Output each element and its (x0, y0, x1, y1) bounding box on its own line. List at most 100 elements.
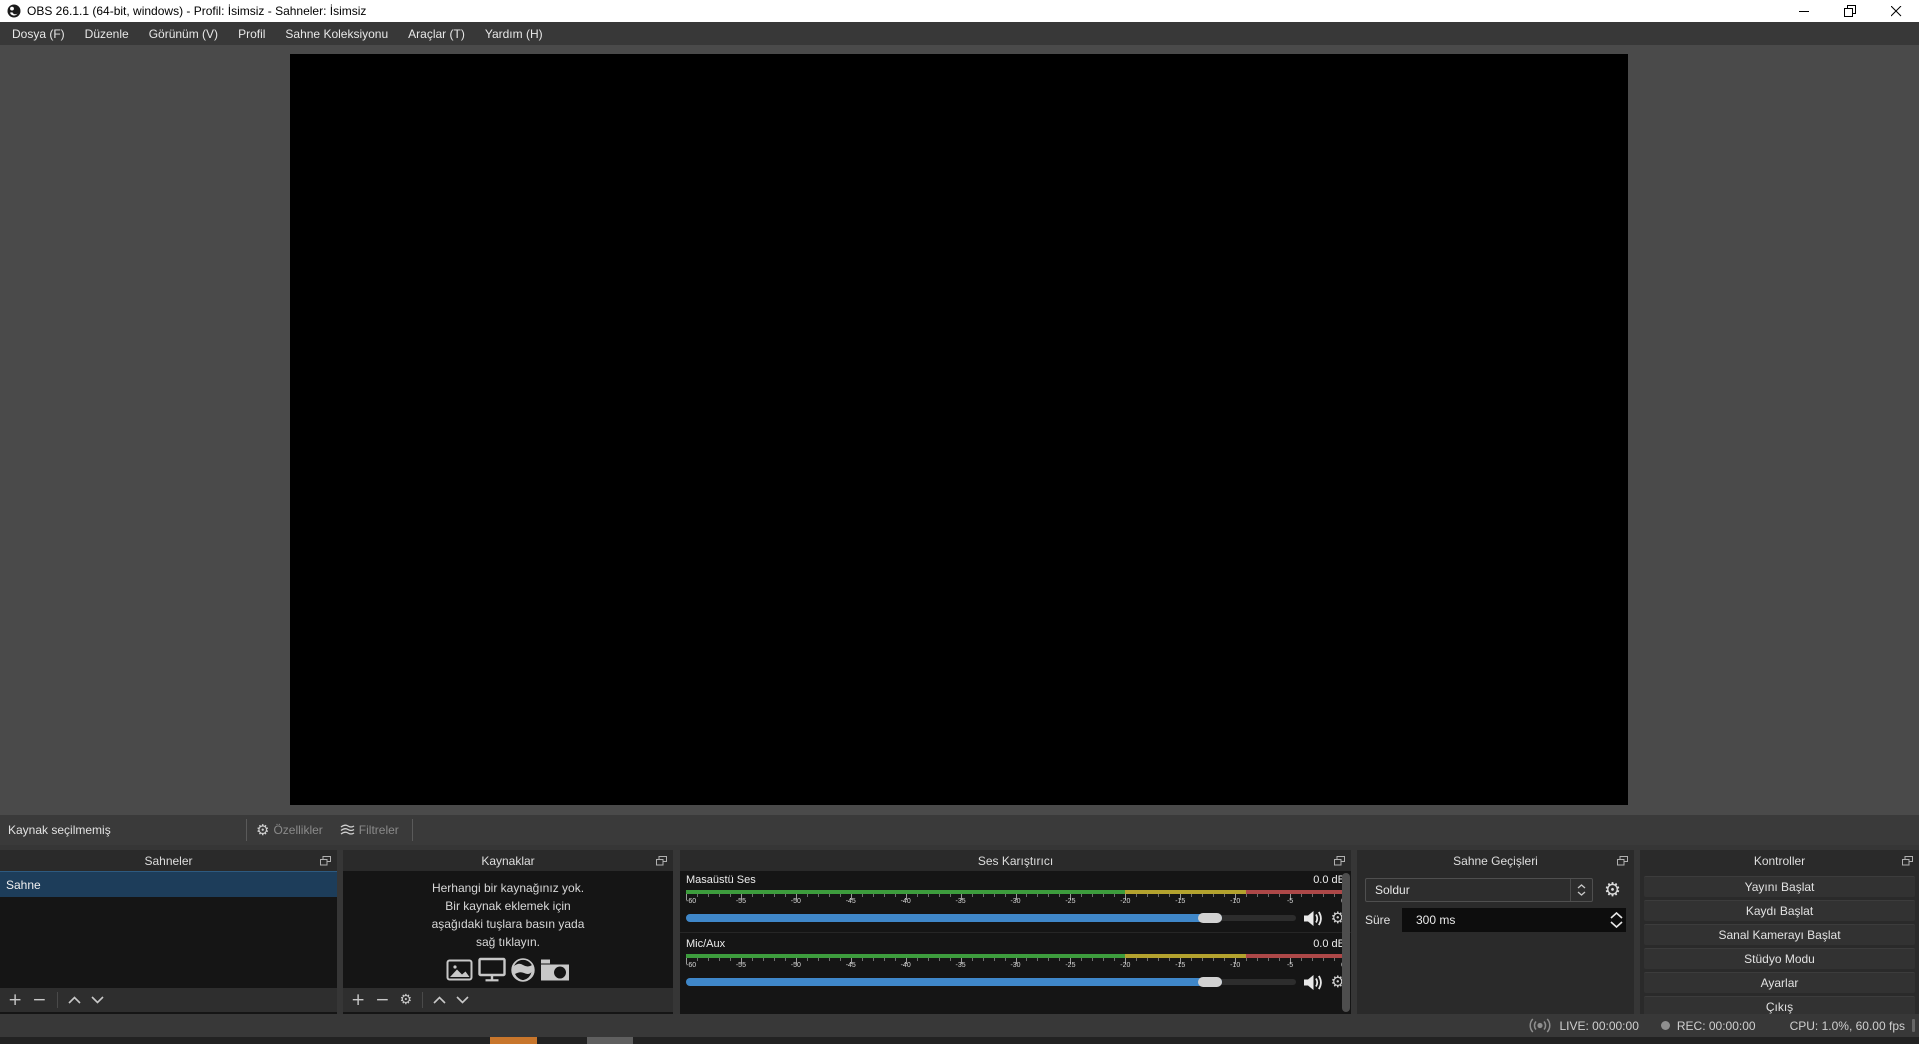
move-source-up-button[interactable] (433, 996, 446, 1004)
camera-icon (540, 958, 570, 982)
move-scene-down-button[interactable] (90, 996, 104, 1004)
meter-scale-label: -25 (1065, 962, 1076, 969)
empty-state-line: sağ tıklayın. (475, 935, 541, 949)
broadcast-icon (1528, 1018, 1552, 1033)
windows-taskbar-sliver (0, 1037, 1919, 1044)
mixer-channel-name: Masaüstü Ses (686, 874, 756, 886)
dock-popout-icon (1334, 856, 1345, 866)
source-status-label: Kaynak seçilmemiş (8, 823, 111, 837)
scenes-toolbar: + − (0, 988, 337, 1012)
menu-item-3[interactable]: Profil (228, 22, 275, 45)
transition-select[interactable]: Soldur (1365, 878, 1593, 902)
gear-icon: ⚙ (256, 821, 270, 839)
meter-scale-label: -40 (900, 962, 911, 969)
meter-scale-label: -10 (1230, 898, 1241, 905)
move-source-down-button[interactable] (456, 996, 469, 1004)
meter-scale-label: -50 (790, 898, 801, 905)
volume-slider-handle[interactable] (1198, 913, 1223, 923)
mixer-body: Masaüstü Ses 0.0 dB -60 -55 -50 -45 -40 -35 -3… (680, 871, 1351, 1014)
taskbar-app-orange[interactable] (490, 1037, 537, 1044)
duration-increase-button[interactable] (1610, 912, 1623, 919)
volume-slider[interactable] (686, 912, 1296, 924)
combo-chevrons-icon (1570, 879, 1592, 901)
duration-decrease-button[interactable] (1610, 921, 1623, 928)
add-source-button[interactable]: + (351, 991, 365, 1009)
mixer-panel-header[interactable]: Ses Karıştırıcı (680, 850, 1351, 871)
obs-window: { "window": { "title": "OBS 26.1.1 (64-b… (0, 0, 1919, 1044)
duration-spinbox[interactable]: 300 ms (1402, 908, 1626, 932)
close-button[interactable] (1873, 0, 1919, 22)
taskbar-app-gray[interactable] (587, 1037, 633, 1044)
mixer-channel-level: 0.0 dB (1313, 874, 1345, 886)
speaker-icon[interactable] (1303, 910, 1324, 927)
speaker-icon[interactable] (1303, 974, 1324, 991)
toolbar-separator (411, 819, 413, 841)
start-virtual-camera-button[interactable]: Sanal Kamerayı Başlat (1644, 924, 1915, 945)
meter-scale-label: -55 (735, 962, 746, 969)
source-toolbar: Kaynak seçilmemiş ⚙ Özellikler Filtreler (0, 815, 1919, 845)
transition-settings-button[interactable]: ⚙ (1599, 878, 1626, 902)
cpu-stats: CPU: 1.0%, 60.00 fps (1789, 1018, 1905, 1033)
duration-label: Süre (1365, 913, 1391, 927)
dock-popout-icon (320, 856, 331, 866)
meter-scale-label: -45 (845, 898, 856, 905)
start-streaming-button[interactable]: Yayını Başlat (1644, 876, 1915, 897)
menu-item-2[interactable]: Görünüm (V) (139, 22, 228, 45)
remove-scene-button[interactable]: − (32, 991, 46, 1009)
transitions-panel-title: Sahne Geçişleri (1453, 853, 1538, 868)
volume-slider[interactable] (686, 976, 1296, 988)
menu-item-0[interactable]: Dosya (F) (2, 22, 75, 45)
scrollbar-thumb[interactable] (1342, 873, 1350, 1012)
source-properties-button[interactable]: ⚙ (400, 993, 413, 1007)
preview-canvas[interactable] (290, 54, 1628, 805)
scene-item[interactable]: Sahne (0, 871, 337, 897)
move-scene-up-button[interactable] (67, 996, 81, 1004)
menu-item-5[interactable]: Araçlar (T) (398, 22, 475, 45)
mixer-channel: Mic/Aux 0.0 dB -60 -55 -50 -45 -40 -35 -30 -25 -… (680, 932, 1351, 996)
scenes-panel-header[interactable]: Sahneler (0, 850, 337, 871)
sources-panel-title: Kaynaklar (481, 853, 535, 868)
menu-item-6[interactable]: Yardım (H) (475, 22, 553, 45)
menu-item-4[interactable]: Sahne Koleksiyonu (275, 22, 398, 45)
title-bar[interactable]: OBS 26.1.1 (64-bit, windows) - Profil: İ… (0, 0, 1919, 22)
meter-scale-label: -35 (955, 962, 966, 969)
filters-button[interactable]: Filtreler (340, 823, 399, 837)
sources-panel-header[interactable]: Kaynaklar (343, 850, 673, 871)
volume-meter: -60-55-50-45-40-35-30-25-20-15-10-50 (686, 954, 1346, 971)
remove-source-button[interactable]: − (375, 991, 389, 1009)
image-icon (446, 958, 473, 982)
meter-scale-label: -30 (1010, 962, 1021, 969)
exit-button[interactable]: Çıkış (1644, 996, 1915, 1014)
controls-body: Yayını Başlat Kaydı Başlat Sanal Kamerayı … (1640, 871, 1919, 1014)
sources-empty-message: Herhangi bir kaynağınız yok. Bir kaynak e… (343, 879, 673, 951)
volume-slider-handle[interactable] (1198, 977, 1223, 987)
properties-button[interactable]: ⚙ Özellikler (256, 821, 323, 839)
resize-grip[interactable] (1912, 1019, 1915, 1032)
meter-scale-label: -30 (1010, 898, 1021, 905)
toolbar-separator (422, 992, 424, 1008)
menu-item-1[interactable]: Düzenle (75, 22, 139, 45)
mixer-scrollbar[interactable] (1342, 873, 1350, 1012)
meter-scale-label: -5 (1286, 962, 1294, 969)
start-recording-button[interactable]: Kaydı Başlat (1644, 900, 1915, 921)
dock-popout-icon (1617, 856, 1628, 866)
controls-panel-header[interactable]: Kontroller (1640, 850, 1919, 871)
meter-scale-label: -35 (955, 898, 966, 905)
mixer-channel-name: Mic/Aux (686, 938, 726, 950)
transitions-panel-header[interactable]: Sahne Geçişleri (1357, 850, 1634, 871)
studio-mode-button[interactable]: Stüdyo Modu (1644, 948, 1915, 969)
add-scene-button[interactable]: + (8, 991, 22, 1009)
audio-mixer-panel: Ses Karıştırıcı Masaüstü Ses 0.0 dB -60 -… (680, 850, 1351, 1014)
menu-bar: Dosya (F) Düzenle Görünüm (V) Profil Sahne K… (0, 22, 1919, 45)
restore-button[interactable] (1827, 0, 1873, 22)
globe-icon (511, 957, 535, 982)
mixer-channel: Masaüstü Ses 0.0 dB -60 -55 -50 -45 -40 -35 -3… (680, 871, 1351, 932)
mixer-channel-level: 0.0 dB (1313, 938, 1345, 950)
minimize-button[interactable] (1781, 0, 1827, 22)
empty-state-line: aşağıdaki tuşlara basın yada (431, 917, 585, 931)
rec-time: REC: 00:00:00 (1676, 1018, 1756, 1033)
window-title: OBS 26.1.1 (64-bit, windows) - Profil: İ… (27, 4, 367, 18)
settings-button[interactable]: Ayarlar (1644, 972, 1915, 993)
filters-label: Filtreler (358, 823, 399, 837)
meter-scale-label: -15 (1175, 898, 1186, 905)
